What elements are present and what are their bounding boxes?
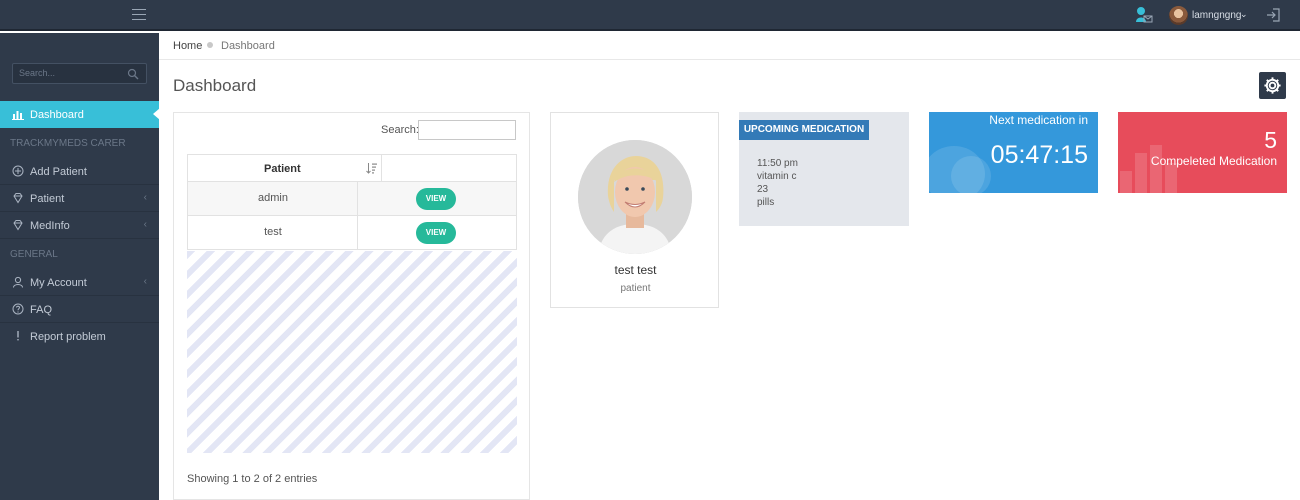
sidebar-item-label: Patient bbox=[30, 193, 65, 205]
view-button[interactable]: VIEW bbox=[416, 222, 456, 244]
sidebar-item-faq[interactable]: FAQ bbox=[0, 296, 159, 323]
next-medication-countdown: 05:47:15 bbox=[990, 141, 1088, 169]
top-navbar: lamngngng ⌄ bbox=[0, 0, 1300, 31]
breadcrumb-current: Dashboard bbox=[221, 40, 275, 52]
chevron-left-icon: ‹ bbox=[143, 276, 147, 287]
decorative-bar bbox=[1150, 145, 1162, 193]
table-row: admin VIEW bbox=[187, 182, 517, 216]
table-cell: admin bbox=[188, 182, 358, 215]
medication-time: 11:50 pm bbox=[757, 158, 798, 169]
user-name[interactable]: lamngngng bbox=[1192, 10, 1241, 21]
avatar[interactable] bbox=[1169, 6, 1188, 25]
next-medication-tile: Next medication in 05:47:15 bbox=[929, 112, 1098, 193]
settings-button[interactable] bbox=[1259, 72, 1286, 99]
table-search-input[interactable] bbox=[418, 120, 516, 140]
page-title: Dashboard bbox=[173, 76, 257, 95]
bar-chart-icon bbox=[12, 111, 24, 120]
breadcrumb: Home Dashboard bbox=[159, 33, 1300, 60]
completed-count: 5 bbox=[1264, 127, 1277, 153]
table-info: Showing 1 to 2 of 2 entries bbox=[187, 473, 318, 485]
user-notification-icon[interactable] bbox=[1135, 6, 1153, 24]
profile-name: test test bbox=[614, 263, 657, 277]
profile-photo bbox=[578, 140, 692, 254]
diamond-icon bbox=[13, 220, 23, 231]
chevron-left-icon: ‹ bbox=[143, 192, 147, 203]
search-icon[interactable] bbox=[127, 68, 139, 80]
diamond-icon bbox=[13, 193, 23, 204]
sidebar-item-label: MedInfo bbox=[30, 220, 70, 232]
medication-name: vitamin c bbox=[757, 171, 797, 182]
breadcrumb-separator bbox=[207, 42, 213, 48]
sidebar-search-input[interactable] bbox=[19, 68, 119, 78]
sidebar-item-patient[interactable]: Patient ‹ bbox=[0, 185, 159, 212]
table-search-label: Search: bbox=[381, 124, 419, 136]
sidebar-item-my-account[interactable]: My Account ‹ bbox=[0, 269, 159, 296]
sidebar: Dashboard TRACKMYMEDS CARER Add Patient … bbox=[0, 33, 160, 500]
sidebar-item-add-patient[interactable]: Add Patient bbox=[0, 158, 159, 185]
profile-role: patient bbox=[620, 283, 651, 294]
patient-name: admin bbox=[258, 192, 288, 204]
decorative-bar bbox=[1135, 153, 1147, 193]
completed-label: Compeleted Medication bbox=[1150, 154, 1277, 168]
completed-medication-tile: 5 Compeleted Medication bbox=[1118, 112, 1287, 193]
medication-amount: 23 bbox=[757, 184, 769, 195]
patient-table-panel: Search: Patient admin VIEW test VIEW Sho… bbox=[173, 112, 530, 500]
sidebar-item-dashboard[interactable]: Dashboard bbox=[0, 101, 160, 128]
table-cell: test bbox=[188, 216, 358, 249]
sidebar-item-label: Report problem bbox=[30, 331, 106, 343]
sidebar-item-label: My Account bbox=[30, 277, 87, 289]
menu-toggle-icon[interactable] bbox=[132, 9, 146, 20]
chevron-down-icon[interactable]: ⌄ bbox=[1240, 9, 1248, 20]
table-header: Patient bbox=[187, 154, 517, 182]
chevron-left-icon: ‹ bbox=[143, 219, 147, 230]
column-header-patient[interactable]: Patient bbox=[188, 155, 382, 181]
sidebar-item-report-problem[interactable]: Report problem bbox=[0, 323, 159, 350]
question-icon bbox=[12, 303, 24, 315]
view-button[interactable]: VIEW bbox=[416, 188, 456, 210]
breadcrumb-home[interactable]: Home bbox=[173, 40, 202, 52]
medication-unit: pills bbox=[757, 197, 775, 208]
upcoming-medication-title: UPCOMING MEDICATION bbox=[739, 120, 869, 140]
logout-icon[interactable] bbox=[1266, 8, 1280, 22]
sidebar-item-label: Add Patient bbox=[30, 166, 87, 178]
column-header-label: Patient bbox=[264, 163, 301, 175]
table-row: test VIEW bbox=[187, 216, 517, 250]
sidebar-item-label: Dashboard bbox=[30, 109, 84, 121]
sidebar-item-label: FAQ bbox=[30, 304, 53, 316]
sidebar-section-carer: TRACKMYMEDS CARER bbox=[10, 138, 126, 149]
plus-circle-icon bbox=[12, 165, 24, 177]
user-icon bbox=[13, 276, 23, 288]
decorative-bar bbox=[1120, 171, 1132, 193]
upcoming-medication-card: UPCOMING MEDICATION 11:50 pm vitamin c 2… bbox=[739, 112, 909, 226]
sort-icon[interactable] bbox=[366, 162, 377, 174]
sidebar-search[interactable] bbox=[12, 63, 147, 84]
exclamation-icon bbox=[17, 331, 19, 341]
sidebar-section-general: GENERAL bbox=[10, 249, 58, 260]
sidebar-item-medinfo[interactable]: MedInfo ‹ bbox=[0, 212, 159, 239]
gear-icon bbox=[1264, 77, 1281, 94]
table-empty-area bbox=[187, 251, 517, 453]
patient-name: test bbox=[264, 226, 282, 238]
next-medication-label: Next medication in bbox=[989, 113, 1088, 127]
profile-card: test test patient bbox=[550, 112, 719, 308]
decorative-bubble bbox=[951, 156, 991, 193]
